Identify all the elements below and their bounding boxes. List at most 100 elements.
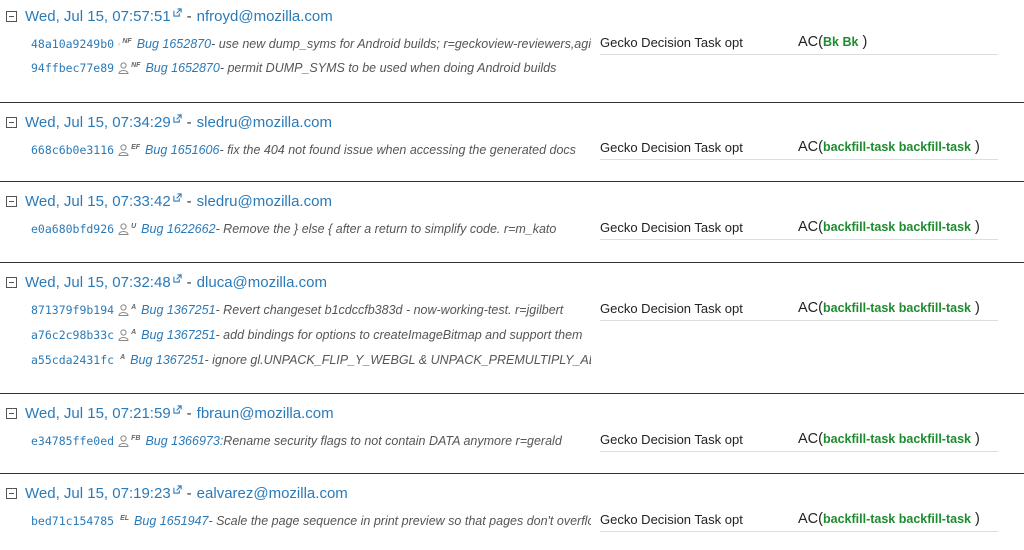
separator: - [186,113,192,131]
commit-message: - Revert changeset b1cdccfb383d - now-wo… [215,303,564,317]
person-icon [118,435,129,447]
jobs-row: Gecko Decision Task opt AC ( backfill-ta… [600,507,998,532]
author-initials: FB [131,434,141,442]
push-1: Wed, Jul 15, 07:34:29 - sledru@mozilla.c… [0,103,1024,181]
push-0: Wed, Jul 15, 07:57:51 - nfroyd@mozilla.c… [0,0,1024,102]
author-initials: NF [122,37,132,45]
job-buttons[interactable]: backfill-task backfill-task [823,140,971,154]
commit-message: - ignore gl.UNPACK_FLIP_Y_WEBGL & UNPACK… [204,353,591,367]
commit-message: - Remove the } else { after a return to … [215,222,557,236]
push-author[interactable]: fbraun@mozilla.com [197,405,334,422]
revision-row: e0a680bfd926 U Bug 1622662 - Remove the … [31,219,591,239]
revision-hash[interactable]: 48a10a9249b0 [31,37,114,51]
collapse-minus-icon[interactable] [6,10,17,22]
author-initials: U [131,222,137,230]
revision-hash[interactable]: a55cda2431fc [31,353,114,367]
jobs-row: Gecko Decision Task opt AC ( backfill-ta… [600,215,998,240]
bug-link[interactable]: Bug 1652870 [145,61,219,75]
job-buttons[interactable]: backfill-task backfill-task [823,301,971,315]
platform-label: Gecko Decision Task opt [600,219,743,235]
job-buttons[interactable]: Bk Bk [823,35,858,49]
push-4: Wed, Jul 15, 07:21:59 - fbraun@mozilla.c… [0,394,1024,473]
bug-link[interactable]: Bug 1367251 [130,353,204,367]
revision-hash[interactable]: 94ffbec77e89 [31,61,114,75]
jobs-row: Gecko Decision Task opt AC ( backfill-ta… [600,427,998,452]
revision-row: a76c2c98b33c A Bug 1367251 - add binding… [31,325,591,345]
person-icon [118,329,129,341]
collapse-minus-icon[interactable] [6,407,17,419]
revision-row: e34785ffe0ed FB Bug 1366973: Rename secu… [31,431,591,451]
push-header: Wed, Jul 15, 07:32:48 - dluca@mozilla.co… [6,271,327,293]
jobs-row: Gecko Decision Task opt AC ( backfill-ta… [600,296,998,321]
separator: - [186,404,192,422]
separator: - [186,192,192,210]
author-initials: A [131,328,137,336]
revision-hash[interactable]: 871379f9b194 [31,303,114,317]
revision-hash[interactable]: 668c6b0e3116 [31,143,114,157]
bug-link[interactable]: Bug 1367251 [141,328,215,342]
external-link-icon[interactable] [173,192,182,202]
jobs-row: Gecko Decision Task opt AC ( backfill-ta… [600,135,998,160]
collapse-minus-icon[interactable] [6,276,17,288]
author-initials: A [131,303,137,311]
author-initials: EL [120,514,130,522]
commit-message: - fix the 404 not found issue when acces… [219,143,576,157]
push-date-link[interactable]: Wed, Jul 15, 07:57:51 [25,8,171,25]
commit-message: - permit DUMP_SYMS to be used when doing… [219,61,557,75]
push-date-link[interactable]: Wed, Jul 15, 07:32:48 [25,274,171,291]
platform-label: Gecko Decision Task opt [600,139,743,155]
job-group-label: AC [798,431,819,447]
bug-link[interactable]: Bug 1651606 [145,143,219,157]
job-buttons[interactable]: backfill-task backfill-task [823,220,971,234]
revision-row: 668c6b0e3116 EF Bug 1651606 - fix the 40… [31,140,591,160]
person-icon [118,62,129,74]
author-initials: NF [131,61,141,69]
job-group-close-paren: ) [970,431,980,447]
job-buttons[interactable]: backfill-task backfill-task [823,432,971,446]
commit-message: - use new dump_syms for Android builds; … [211,37,591,51]
push-date-link[interactable]: Wed, Jul 15, 07:34:29 [25,114,171,131]
revision-hash[interactable]: e34785ffe0ed [31,434,114,448]
platform-label: Gecko Decision Task opt [600,511,743,527]
job-group-label: AC [798,34,819,50]
collapse-minus-icon[interactable] [6,195,17,207]
push-3: Wed, Jul 15, 07:32:48 - dluca@mozilla.co… [0,263,1024,393]
external-link-icon[interactable] [173,273,182,283]
collapse-minus-icon[interactable] [6,116,17,128]
bug-link[interactable]: Bug 1622662 [141,222,215,236]
bug-link[interactable]: Bug 1651947 [134,514,208,528]
job-buttons[interactable]: backfill-task backfill-task [823,512,971,526]
revision-hash[interactable]: bed71c154785 [31,514,114,528]
push-author[interactable]: sledru@mozilla.com [197,193,332,210]
push-date-link[interactable]: Wed, Jul 15, 07:33:42 [25,193,171,210]
push-date-link[interactable]: Wed, Jul 15, 07:21:59 [25,405,171,422]
separator: - [186,7,192,25]
revision-row: 94ffbec77e89 NF Bug 1652870 - permit DUM… [31,58,591,78]
external-link-icon[interactable] [173,7,182,17]
bug-link[interactable]: Bug 1366973: [145,434,223,448]
revision-hash[interactable]: a76c2c98b33c [31,328,114,342]
bug-link[interactable]: Bug 1367251 [141,303,215,317]
push-author[interactable]: nfroyd@mozilla.com [197,8,333,25]
collapse-minus-icon[interactable] [6,487,17,499]
revision-hash[interactable]: e0a680bfd926 [31,222,114,236]
author-initials: EF [131,143,141,151]
push-author[interactable]: ealvarez@mozilla.com [197,485,348,502]
push-header: Wed, Jul 15, 07:34:29 - sledru@mozilla.c… [6,111,332,133]
revision-row: bed71c154785 EL Bug 1651947 - Scale the … [31,511,591,531]
push-header: Wed, Jul 15, 07:19:23 - ealvarez@mozilla… [6,482,348,504]
external-link-icon[interactable] [173,113,182,123]
commit-message: - Scale the page sequence in print previ… [208,514,591,528]
external-link-icon[interactable] [173,404,182,414]
push-date-link[interactable]: Wed, Jul 15, 07:19:23 [25,485,171,502]
separator: - [186,484,192,502]
separator: - [186,273,192,291]
revision-row: 871379f9b194 A Bug 1367251 - Revert chan… [31,300,591,320]
push-author[interactable]: sledru@mozilla.com [197,114,332,131]
jobs-row: Gecko Decision Task opt AC ( Bk Bk ) [600,30,998,55]
external-link-icon[interactable] [173,484,182,494]
push-author[interactable]: dluca@mozilla.com [197,274,327,291]
bug-link[interactable]: Bug 1652870 [137,37,211,51]
revision-row: 48a10a9249b0 NF Bug 1652870 - use new du… [31,34,591,54]
person-icon [118,304,129,316]
